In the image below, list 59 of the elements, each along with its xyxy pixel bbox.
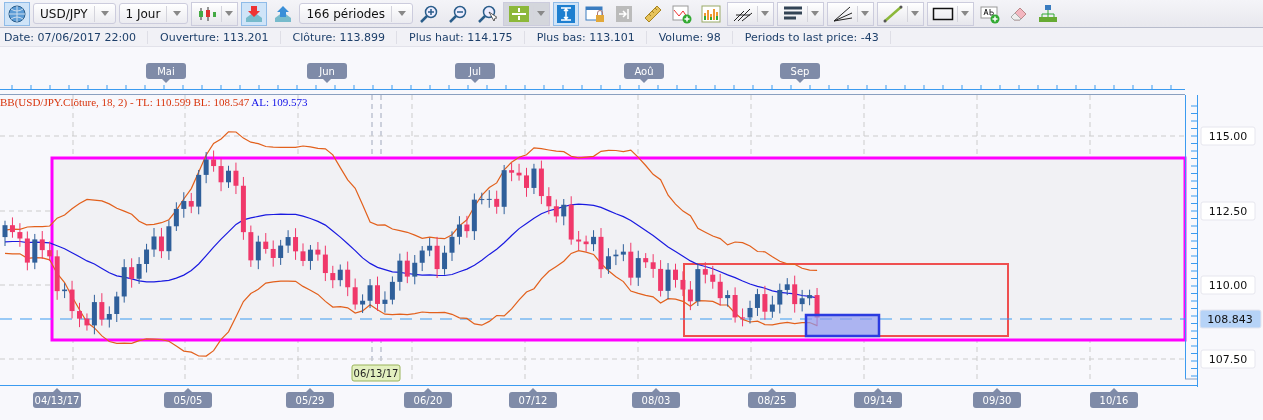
fan-icon [832,4,854,23]
globe-icon [7,3,27,24]
zoom-out-icon [448,3,468,24]
caret-icon [398,11,406,16]
price-label: 115.00 [1200,126,1256,146]
caret-icon [537,11,545,16]
info-field: Ouverture: 113.201 [156,30,281,44]
lock-window-icon [585,3,605,24]
caret-icon [761,11,769,16]
info-field: Volume: 98 [654,30,733,44]
info-field: Plus bas: 113.101 [532,30,647,44]
pitchfork-menu-button[interactable] [727,1,774,26]
bars-icon [701,3,721,24]
arrow-end-icon [614,3,634,24]
caret-icon [225,11,234,16]
candle [77,302,82,328]
candle [226,165,231,189]
add-text-icon [980,3,1000,24]
price-label: 107.50 [1200,349,1256,369]
add-indicator-icon [672,3,692,24]
caret-icon [811,11,819,16]
zoom-reset-icon [477,3,497,24]
fibonacci-menu-button[interactable] [777,1,824,26]
info-field: Periods to last price: -43 [740,30,891,44]
dropdown[interactable]: USD/JPY [33,3,116,24]
candle-icon [196,4,219,23]
candle [375,276,380,312]
caret-icon [173,11,182,16]
scale-button[interactable] [553,1,579,26]
hierarchy-icon [1038,3,1058,24]
fit-icon [508,4,530,23]
price-label: 112.50 [1200,201,1256,221]
candle-menu-button[interactable] [191,1,239,26]
scale-icon [556,3,576,24]
average-legend: AL: 109.573 [251,96,308,108]
caret-icon [100,11,109,16]
price-label: 108.843 [1199,309,1262,329]
line-icon [882,4,904,23]
rectangle-menu-button[interactable] [927,1,974,26]
zoom-in-icon [419,3,439,24]
bollinger-legend: BB(USD/JPY.Clôture, 18, 2) - TL: 110.599 BL: 108.547 [0,96,250,108]
download-icon [244,3,265,24]
fan-menu-button[interactable] [827,1,874,26]
caret-icon [911,11,919,16]
info-field: Date: 07/06/2017 22:00 [0,30,149,44]
candle [673,263,678,289]
candle [524,167,529,198]
ruler-icon [643,3,663,24]
upload-icon [273,3,294,24]
caret-icon [961,11,969,16]
download-button[interactable] [241,1,268,26]
price-label: 110.00 [1200,275,1256,295]
dropdown[interactable]: 166 périodes [299,3,413,24]
cursor-date-tag: 06/13/17 [351,364,401,382]
caret-icon [861,11,869,16]
globe-button[interactable] [4,1,30,26]
dropdown[interactable]: 1 Jour [118,3,189,24]
info-field: Clôture: 113.899 [288,30,398,44]
info-field: Plus haut: 114.175 [405,30,525,44]
